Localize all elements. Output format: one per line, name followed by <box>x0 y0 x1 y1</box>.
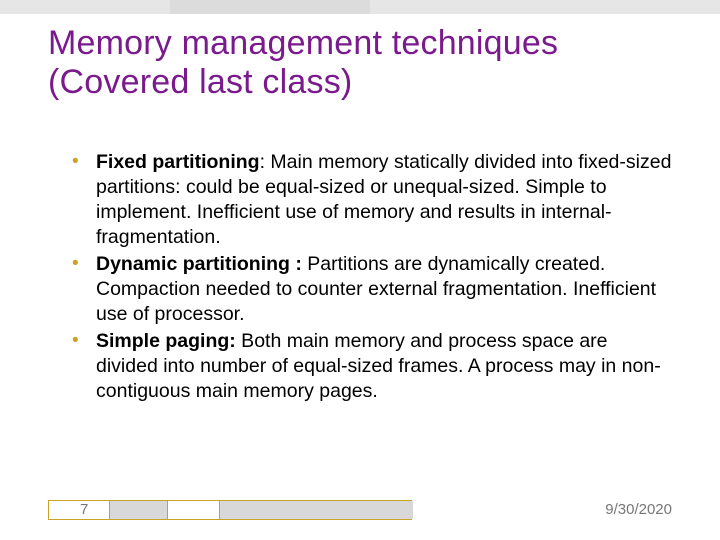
bullet-lead: Dynamic partitioning : <box>96 253 302 275</box>
top-decor-accent <box>170 0 370 14</box>
decor-divider <box>109 501 110 519</box>
bullet-lead: Fixed partitioning <box>96 151 260 173</box>
decor-divider <box>219 501 220 519</box>
bullet-list: Fixed partitioning: Main memory statical… <box>70 150 672 404</box>
bullet-item: Dynamic partitioning : Partitions are dy… <box>70 252 672 327</box>
bullet-item: Simple paging: Both main memory and proc… <box>70 329 672 404</box>
slide-date: 9/30/2020 <box>605 501 672 518</box>
decor-divider <box>167 501 168 519</box>
decor-segment <box>109 501 167 519</box>
slide-title: Memory management techniques (Covered la… <box>48 24 672 102</box>
decor-segment <box>219 501 413 519</box>
bottom-decor-bar <box>48 500 412 520</box>
bullet-item: Fixed partitioning: Main memory statical… <box>70 150 672 250</box>
page-number: 7 <box>80 501 88 518</box>
bullet-lead: Simple paging: <box>96 330 236 352</box>
slide-content: Fixed partitioning: Main memory statical… <box>70 150 672 406</box>
slide: Memory management techniques (Covered la… <box>0 0 720 540</box>
